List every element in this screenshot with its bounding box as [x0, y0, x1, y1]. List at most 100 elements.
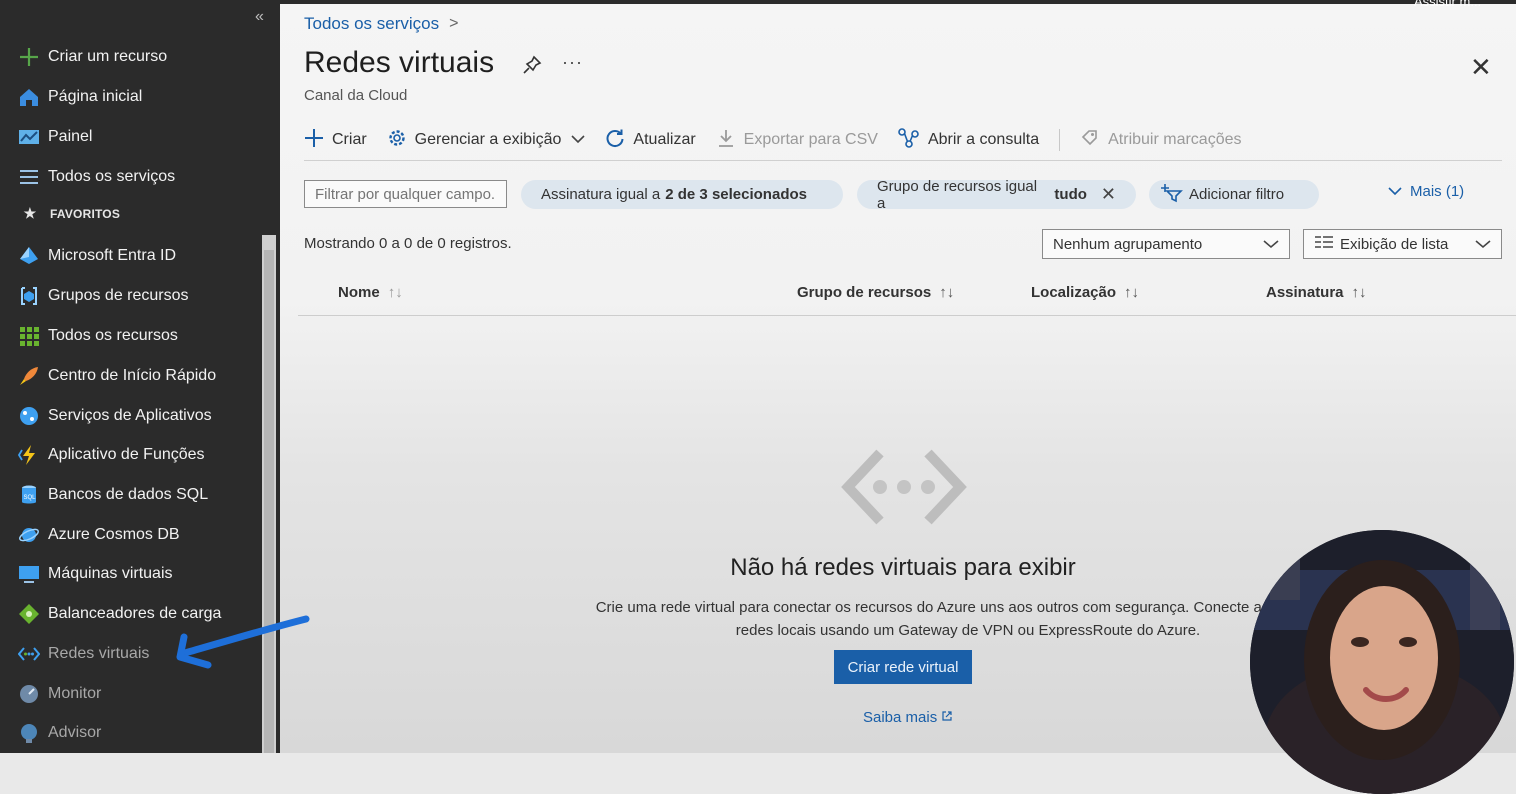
table-header-divider: [298, 315, 1516, 316]
sidebar-item-load-balancers[interactable]: Balanceadores de carga: [18, 599, 221, 629]
sidebar-item-label: Todos os recursos: [48, 327, 178, 344]
sidebar-item-label: Azure Cosmos DB: [48, 526, 180, 543]
export-csv-button[interactable]: Exportar para CSV: [716, 128, 878, 152]
app-services-icon: [18, 405, 40, 427]
add-filter-icon: [1161, 183, 1183, 207]
sort-icon[interactable]: ↑↓: [1352, 284, 1367, 301]
dashboard-icon: [18, 126, 40, 148]
sidebar-item-label: Aplicativo de Funções: [48, 446, 205, 463]
sidebar-item-label: Advisor: [48, 724, 102, 741]
list-icon: [18, 166, 40, 188]
sidebar-item-function-app[interactable]: Aplicativo de Funções: [18, 440, 205, 470]
grid-icon: [18, 325, 40, 347]
sort-icon[interactable]: ↑↓: [388, 284, 403, 301]
sidebar-item-virtual-networks[interactable]: Redes virtuais: [18, 639, 149, 669]
rocket-icon: [18, 365, 40, 387]
monitor-icon: [18, 683, 40, 705]
sidebar-item-label: Monitor: [48, 685, 102, 702]
gear-icon: [387, 128, 407, 152]
sidebar-item-label: Serviços de Aplicativos: [48, 407, 212, 424]
grouping-dropdown[interactable]: Nenhum agrupamento: [1042, 229, 1290, 259]
sidebar-item-app-services[interactable]: Serviços de Aplicativos: [18, 401, 212, 431]
download-icon: [716, 128, 736, 152]
sidebar-item-entra-id[interactable]: Microsoft Entra ID: [18, 241, 176, 271]
top-video-strip: [0, 0, 1516, 4]
sidebar-item-home[interactable]: Página inicial: [18, 82, 142, 112]
assign-tags-button[interactable]: Atribuir marcações: [1080, 128, 1242, 152]
presenter-image: [1250, 530, 1514, 794]
entra-id-icon: [18, 245, 40, 267]
pin-icon[interactable]: [522, 55, 542, 80]
column-header-name[interactable]: Nome ↑↓: [338, 284, 403, 301]
view-mode-dropdown[interactable]: Exibição de lista: [1303, 229, 1502, 259]
sidebar-item-all-resources[interactable]: Todos os recursos: [18, 321, 178, 351]
load-balancer-icon: [18, 603, 40, 625]
sidebar-item-label: Redes virtuais: [48, 645, 150, 662]
sidebar-item-create-resource[interactable]: Criar um recurso: [18, 42, 167, 72]
query-icon: [898, 128, 920, 152]
breadcrumb-all-services-link[interactable]: Todos os serviços: [304, 14, 439, 34]
chevron-down-icon: [571, 131, 585, 149]
collapse-sidebar-icon[interactable]: «: [255, 8, 264, 26]
sidebar-item-quickstart-center[interactable]: Centro de Início Rápido: [18, 361, 216, 391]
sidebar-item-label: Balanceadores de carga: [48, 605, 222, 622]
favorites-header: ★ FAVORITOS: [20, 205, 120, 222]
sidebar-item-label: Bancos de dados SQL: [48, 486, 209, 503]
manage-view-button[interactable]: Gerenciar a exibição: [387, 128, 586, 152]
column-header-resource-group[interactable]: Grupo de recursos ↑↓: [797, 284, 954, 301]
sidebar-item-all-services[interactable]: Todos os serviços: [18, 162, 175, 192]
breadcrumb: Todos os serviços >: [304, 14, 458, 34]
create-button[interactable]: Criar: [304, 128, 367, 152]
sidebar-item-label: Centro de Início Rápido: [48, 367, 217, 384]
toolbar-divider-line: [304, 160, 1502, 161]
resource-group-filter-pill[interactable]: Grupo de recursos igual a tudo ✕: [857, 178, 1136, 212]
virtual-network-icon: [18, 643, 40, 665]
function-app-icon: [18, 444, 40, 466]
command-bar: Criar Gerenciar a exibição Atualizar Exp…: [304, 126, 1262, 154]
sidebar-item-label: Todos os serviços: [48, 168, 176, 185]
refresh-icon: [605, 128, 625, 152]
add-filter-button[interactable]: Adicionar filtro: [1149, 180, 1319, 209]
open-query-button[interactable]: Abrir a consulta: [898, 128, 1039, 152]
chevron-down-icon: [1263, 236, 1279, 253]
sidebar-item-monitor[interactable]: Monitor: [18, 679, 101, 709]
sort-icon[interactable]: ↑↓: [939, 284, 954, 301]
learn-more-link[interactable]: Saiba mais: [863, 709, 953, 726]
more-filters-toggle[interactable]: Mais (1): [1388, 183, 1464, 200]
sidebar-item-sql-databases[interactable]: SQL Bancos de dados SQL: [18, 480, 208, 510]
sidebar-item-label: Máquinas virtuais: [48, 565, 173, 582]
sidebar-item-cosmos-db[interactable]: Azure Cosmos DB: [18, 520, 180, 550]
chevron-down-icon: [1475, 236, 1491, 253]
sidebar-item-resource-groups[interactable]: Grupos de recursos: [18, 281, 189, 311]
column-header-subscription[interactable]: Assinatura ↑↓: [1266, 284, 1367, 301]
watch-later-label[interactable]: Assistir m...: [1414, 0, 1481, 9]
column-header-location[interactable]: Localização ↑↓: [1031, 284, 1139, 301]
sql-database-icon: SQL: [18, 484, 40, 506]
close-icon[interactable]: ✕: [1470, 52, 1492, 83]
filter-search-input[interactable]: [304, 180, 507, 208]
sidebar-scrollbar-thumb[interactable]: [264, 250, 274, 753]
sidebar-item-label: Criar um recurso: [48, 48, 168, 65]
sidebar-item-label: Grupos de recursos: [48, 287, 189, 304]
webcam-video-overlay: [1250, 530, 1514, 794]
remove-filter-icon[interactable]: ✕: [1101, 184, 1116, 205]
refresh-button[interactable]: Atualizar: [605, 128, 696, 152]
sidebar-item-dashboard[interactable]: Painel: [18, 122, 92, 152]
toolbar-divider: [1059, 129, 1061, 151]
record-count-text: Mostrando 0 a 0 de 0 registros.: [304, 235, 512, 252]
resource-groups-icon: [18, 285, 40, 307]
sidebar-item-label: Microsoft Entra ID: [48, 247, 177, 264]
sidebar-item-advisor[interactable]: Advisor: [18, 718, 101, 748]
sidebar-item-virtual-machines[interactable]: Máquinas virtuais: [18, 559, 173, 589]
list-view-icon: [1314, 235, 1334, 253]
sidebar-item-label: Página inicial: [48, 88, 143, 105]
virtual-network-icon: [840, 445, 968, 534]
home-icon: [18, 86, 40, 108]
more-options-icon[interactable]: ···: [562, 52, 583, 73]
sort-icon[interactable]: ↑↓: [1124, 284, 1139, 301]
create-virtual-network-button[interactable]: Criar rede virtual: [834, 650, 972, 684]
external-link-icon: [941, 709, 953, 726]
chevron-right-icon: >: [449, 15, 459, 32]
plus-icon: [304, 128, 324, 152]
subscription-filter-pill[interactable]: Assinatura igual a 2 de 3 selecionados: [521, 180, 843, 209]
